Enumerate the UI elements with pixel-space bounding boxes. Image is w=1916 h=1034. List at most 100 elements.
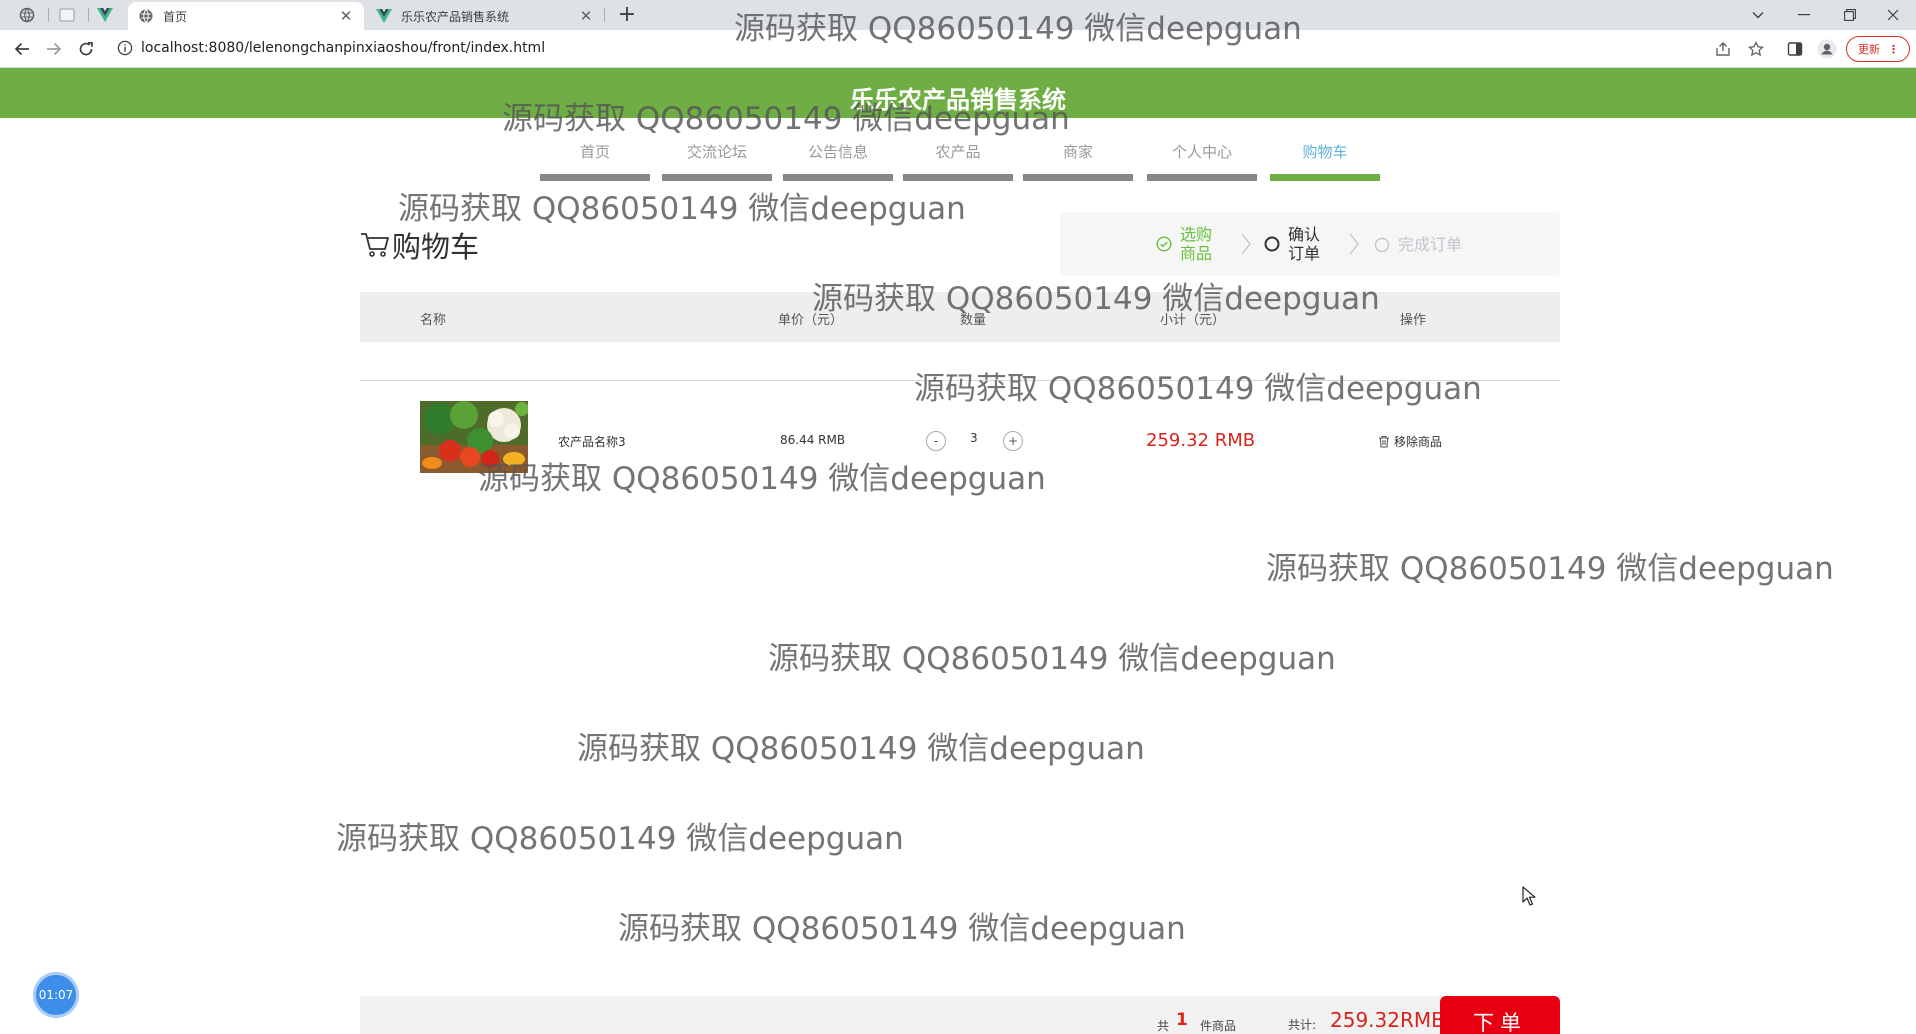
column-header-qty: 数量: [960, 313, 987, 328]
nav-label: 商家: [1062, 143, 1093, 161]
nav-item-notices[interactable]: 公告信息: [783, 128, 893, 181]
quantity-plus-button[interactable]: +: [1003, 431, 1023, 451]
tab-search-chevron-icon[interactable]: [1735, 0, 1781, 30]
restore-button[interactable]: [1827, 0, 1873, 30]
minimize-button[interactable]: [1781, 0, 1827, 30]
close-icon[interactable]: ✕: [338, 7, 354, 25]
tab-home[interactable]: 首页 ✕: [128, 2, 364, 30]
pending-step-circle-icon: [1374, 237, 1390, 253]
update-label: 更新: [1858, 43, 1880, 56]
nav-underline: [662, 174, 772, 181]
nav-label: 购物车: [1302, 143, 1348, 161]
nav-underline: [903, 174, 1013, 181]
item-count-suffix: 件商品: [1200, 1019, 1237, 1033]
place-order-button[interactable]: 下单: [1440, 996, 1560, 1034]
step-label: 确认订单: [1288, 225, 1321, 263]
recording-timer: 01:07: [33, 972, 79, 1018]
tab-system[interactable]: 乐乐农产品销售系统 ✕: [366, 2, 604, 30]
shopping-cart-icon: [361, 233, 389, 257]
nav-label: 农产品: [935, 143, 981, 161]
pinned-tab-page-icon[interactable]: [52, 4, 82, 26]
vue-icon: [376, 9, 392, 23]
watermark: 源码获取 QQ86050149 微信deepguan: [768, 641, 1336, 677]
cart-table-header: 名称 单价（元） 数量 小计（元） 操作: [360, 292, 1560, 342]
watermark: 源码获取 QQ86050149 微信deepguan: [336, 821, 904, 857]
column-header-action: 操作: [1400, 313, 1427, 328]
more-menu-icon: ⋮: [1888, 42, 1899, 56]
remove-item-button[interactable]: 移除商品: [1378, 433, 1442, 450]
globe-icon: [139, 9, 153, 23]
tab-separator: [604, 8, 605, 22]
browser-address-bar: localhost:8080/lelenongchanpinxiaoshou/f…: [0, 30, 1916, 68]
remove-item-label: 移除商品: [1394, 435, 1443, 449]
back-arrow-icon[interactable]: [9, 37, 35, 61]
item-count-prefix: 共: [1157, 1019, 1170, 1033]
share-icon[interactable]: [1712, 38, 1734, 60]
product-price: 86.44 RMB: [780, 433, 846, 447]
tab-title: 首页: [163, 9, 188, 24]
tab-separator: [48, 8, 49, 22]
tab-separator: [88, 8, 89, 22]
total-label: 共计:: [1288, 1018, 1317, 1032]
tab-title: 乐乐农产品销售系统: [401, 9, 510, 24]
nav-label: 公告信息: [807, 143, 868, 161]
mouse-cursor-icon: [1522, 886, 1536, 906]
table-divider: [360, 380, 1560, 381]
step-label: 选购商品: [1180, 225, 1213, 263]
nav-underline: [540, 174, 650, 181]
order-steps: 选购商品 确认订单 完成订单: [1060, 212, 1560, 276]
nav-underline: [1147, 174, 1257, 181]
nav-item-profile[interactable]: 个人中心: [1147, 128, 1257, 181]
nav-label: 交流论坛: [686, 143, 747, 161]
watermark: 源码获取 QQ86050149 微信deepguan: [478, 461, 1046, 497]
browser-tab-bar: 首页 ✕ 乐乐农产品销售系统 ✕ +: [0, 0, 1916, 30]
forward-arrow-icon[interactable]: [41, 37, 67, 61]
url-input[interactable]: localhost:8080/lelenongchanpinxiaoshou/f…: [141, 40, 545, 56]
nav-item-cart[interactable]: 购物车: [1270, 128, 1380, 181]
quantity-value[interactable]: 3: [970, 431, 978, 445]
bookmark-star-icon[interactable]: [1745, 38, 1767, 60]
row-subtotal: 259.32 RMB: [1146, 430, 1256, 451]
total-amount: 259.32RMB: [1330, 1008, 1445, 1032]
step-chevron-icon: [1349, 233, 1359, 255]
watermark: 源码获取 QQ86050149 微信deepguan: [914, 371, 1482, 407]
product-image[interactable]: [420, 401, 528, 473]
pinned-tab-vue-icon[interactable]: [90, 4, 120, 26]
step-complete-order: 完成订单: [1374, 235, 1462, 254]
nav-item-merchants[interactable]: 商家: [1023, 128, 1133, 181]
quantity-minus-button[interactable]: -: [926, 431, 946, 451]
item-count: 1: [1176, 1010, 1188, 1030]
update-button[interactable]: 更新 ⋮: [1846, 36, 1910, 62]
cart-title-text: 购物车: [392, 230, 480, 264]
nav-item-home[interactable]: 首页: [540, 128, 650, 181]
product-name[interactable]: 农产品名称3: [558, 433, 626, 450]
watermark: 源码获取 QQ86050149 微信deepguan: [398, 191, 966, 227]
nav-item-products[interactable]: 农产品: [903, 128, 1013, 181]
nav-underline: [1270, 174, 1380, 181]
nav-label: 个人中心: [1171, 143, 1232, 161]
trash-icon: [1379, 435, 1389, 448]
close-icon[interactable]: ✕: [578, 7, 594, 25]
nav-underline: [1023, 174, 1133, 181]
column-header-subtotal: 小计（元）: [1160, 313, 1226, 328]
watermark: 源码获取 QQ86050149 微信deepguan: [1266, 551, 1834, 587]
site-info-icon[interactable]: [116, 39, 134, 57]
step-chevron-icon: [1241, 233, 1251, 255]
watermark: 源码获取 QQ86050149 微信deepguan: [618, 911, 1186, 947]
current-step-circle-icon: [1264, 236, 1280, 252]
side-panel-icon[interactable]: [1784, 38, 1806, 60]
step-select-products: 选购商品: [1156, 225, 1214, 263]
site-header: 乐乐农产品销售系统: [0, 68, 1916, 118]
close-window-button[interactable]: [1870, 0, 1916, 30]
nav-underline: [783, 174, 893, 181]
step-label: 完成订单: [1398, 235, 1463, 254]
nav-item-forum[interactable]: 交流论坛: [662, 128, 772, 181]
reload-icon[interactable]: [73, 37, 99, 61]
cart-page-title: 购物车: [360, 224, 479, 266]
profile-avatar-icon[interactable]: [1816, 38, 1838, 60]
column-header-name: 名称: [420, 313, 447, 328]
new-tab-button[interactable]: +: [614, 2, 640, 28]
check-circle-icon: [1156, 236, 1172, 252]
pinned-tab-globe-icon[interactable]: [12, 4, 42, 26]
nav-label: 首页: [579, 143, 610, 161]
